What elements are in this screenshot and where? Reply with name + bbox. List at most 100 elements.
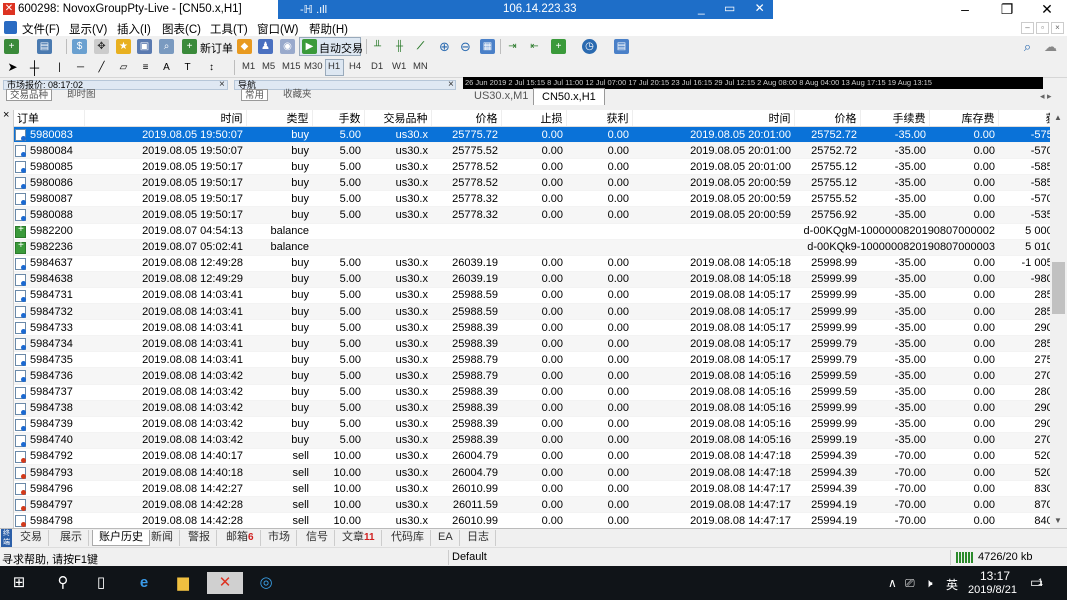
navigator-icon[interactable]: ★ — [116, 39, 131, 54]
table-row[interactable]: 5984797 2019.08.08 14:42:28 sell 10.00 us30.… — [14, 496, 1050, 514]
col-ticket[interactable]: 订单 — [14, 110, 85, 127]
col-symbol[interactable]: 交易品种 — [364, 110, 432, 127]
terminal-tab[interactable]: 日志 — [461, 530, 496, 546]
table-row[interactable]: 5984796 2019.08.08 14:42:27 sell 10.00 us30.… — [14, 480, 1050, 498]
table-scrollbar[interactable]: ▲ ▼ — [1050, 110, 1067, 528]
menu-insert[interactable]: 插入(I) — [117, 21, 151, 37]
new-order-button[interactable]: 新订单 — [200, 40, 233, 56]
terminal-tab[interactable]: 信号 — [300, 530, 335, 546]
new-order-icon[interactable]: + — [182, 39, 197, 54]
channel-icon[interactable]: ▱ — [116, 60, 131, 75]
terminal-tab[interactable]: 文章11 — [336, 530, 382, 546]
chart-shift-icon[interactable]: ⇤ — [527, 39, 542, 54]
table-row[interactable]: 5980087 2019.08.05 19:50:17 buy 5.00 us30.x 2… — [14, 190, 1050, 208]
terminal-tab[interactable]: 新闻 — [145, 530, 180, 546]
col-open-time[interactable]: 时间 — [84, 110, 247, 127]
timeframe-h4[interactable]: H4 — [349, 61, 361, 72]
col-take-profit[interactable]: 获利 — [566, 110, 633, 127]
chart-tab-cn50-h1[interactable]: CN50.x,H1 — [533, 88, 605, 105]
chart-tabs-scroll-icon[interactable]: ◂ ▸ — [1040, 91, 1052, 102]
timeframe-m1[interactable]: M1 — [242, 61, 255, 72]
table-row[interactable]: 5980084 2019.08.05 19:50:07 buy 5.00 us30.x 2… — [14, 142, 1050, 160]
menu-view[interactable]: 显示(V) — [69, 21, 107, 37]
crosshair-icon[interactable]: ┼ — [27, 60, 42, 75]
tab-symbols[interactable]: 交易品种 — [6, 89, 53, 101]
terminal-tab[interactable]: 邮箱6 — [220, 530, 261, 546]
trendline-icon[interactable]: ╱ — [94, 60, 109, 75]
table-row[interactable]: 5982236 2019.08.07 05:02:41balanced-00KQk… — [14, 239, 1050, 256]
market-watch-icon[interactable]: $ — [72, 39, 87, 54]
menu-window[interactable]: 窗口(W) — [257, 21, 299, 37]
navigator-close-icon[interactable]: × — [448, 79, 454, 90]
mdi-restore-button[interactable]: ▫ — [1036, 22, 1049, 34]
zoom-in-icon[interactable]: ⊕ — [437, 39, 452, 54]
table-row[interactable]: 5984733 2019.08.08 14:03:41 buy 5.00 us30.x 2… — [14, 319, 1050, 337]
table-row[interactable]: 5980083 2019.08.05 19:50:07 buy 5.00 us30.x 2… — [14, 126, 1050, 144]
tray-network-icon[interactable]: ⎚ — [905, 576, 915, 591]
timeframe-h1[interactable]: H1 — [328, 61, 340, 72]
terminal-tab[interactable]: 交易 — [14, 530, 49, 546]
minimize-button[interactable]: – — [945, 1, 985, 18]
tile-windows-icon[interactable]: ▦ — [480, 39, 495, 54]
timeframe-m30[interactable]: M30 — [304, 61, 322, 72]
arrows-icon[interactable]: ↕ — [204, 60, 219, 75]
cursor-icon[interactable]: ➤ — [5, 60, 20, 75]
table-row[interactable]: 5984735 2019.08.08 14:03:41 buy 5.00 us30.x 2… — [14, 351, 1050, 369]
tray-time[interactable]: 13:17 — [980, 569, 1010, 583]
col-commission[interactable]: 手续费 — [860, 110, 930, 127]
strategy-tester-icon[interactable]: ⌕ — [159, 39, 174, 54]
mdi-minimize-button[interactable]: – — [1021, 22, 1034, 34]
signals-icon[interactable]: ♟ — [258, 39, 273, 54]
terminal-tab[interactable]: 代码库 — [385, 530, 431, 546]
task-view-icon[interactable]: ▯ — [90, 572, 112, 594]
menu-charts[interactable]: 图表(C) — [162, 21, 201, 37]
table-row[interactable]: 5984737 2019.08.08 14:03:42 buy 5.00 us30.x 2… — [14, 384, 1050, 401]
tab-favorites[interactable]: 收藏夹 — [280, 89, 315, 101]
indicators-icon[interactable]: + — [551, 39, 566, 54]
table-row[interactable]: 5984734 2019.08.08 14:03:41 buy 5.00 us30.x 2… — [14, 335, 1050, 353]
profiles-icon[interactable]: ▤ — [37, 39, 52, 54]
search-taskbar-icon[interactable]: ⚲ — [52, 572, 74, 594]
search-icon[interactable]: ⌕ — [1020, 39, 1035, 54]
edge-browser-icon[interactable]: e — [133, 572, 155, 594]
scroll-up-icon[interactable]: ▲ — [1054, 113, 1062, 122]
table-row[interactable]: 5984792 2019.08.08 14:40:17 sell 10.00 us30.… — [14, 448, 1050, 465]
table-row[interactable]: 5984736 2019.08.08 14:03:42 buy 5.00 us30.x 2… — [14, 367, 1050, 385]
new-chart-icon[interactable]: + — [4, 39, 19, 54]
text-icon[interactable]: A — [159, 60, 174, 75]
scroll-down-icon[interactable]: ▼ — [1054, 516, 1062, 525]
col-close-price[interactable]: 价格 — [794, 110, 861, 127]
table-row[interactable]: 5980088 2019.08.05 19:50:17 buy 5.00 us30.x 2… — [14, 206, 1050, 224]
mdi-window-icon[interactable] — [4, 21, 17, 34]
table-row[interactable]: 5984637 2019.08.08 12:49:28 buy 5.00 us30.x 2… — [14, 255, 1050, 272]
table-row[interactable]: 5984740 2019.08.08 14:03:42 buy 5.00 us30.x 2… — [14, 432, 1050, 449]
tray-ime[interactable]: 英 — [946, 576, 958, 593]
table-row[interactable]: 5984738 2019.08.08 14:03:42 buy 5.00 us30.x 2… — [14, 400, 1050, 417]
table-row[interactable]: 5984739 2019.08.08 14:03:42 buy 5.00 us30.x 2… — [14, 416, 1050, 433]
vps-icon[interactable]: ◉ — [280, 39, 295, 54]
table-row[interactable]: 5982200 2019.08.07 04:54:13balanced-00KQg… — [14, 223, 1050, 240]
menu-help[interactable]: 帮助(H) — [309, 21, 348, 37]
table-row[interactable]: 5984798 2019.08.08 14:42:28 sell 10.00 us30.… — [14, 512, 1050, 528]
file-explorer-icon[interactable]: ▆ — [172, 572, 194, 594]
remote-window-controls[interactable]: _ ▭ ✕ — [698, 1, 773, 15]
table-row[interactable]: 5980086 2019.08.05 19:50:17 buy 5.00 us30.x 2… — [14, 174, 1050, 192]
data-window-icon[interactable]: ✥ — [94, 39, 109, 54]
mdi-close-button[interactable]: × — [1051, 22, 1064, 34]
terminal-tab[interactable]: 市场 — [262, 530, 297, 546]
text-label-icon[interactable]: T — [180, 60, 195, 75]
table-row[interactable]: 5984638 2019.08.08 12:49:29 buy 5.00 us30.x 2… — [14, 271, 1050, 288]
table-row[interactable]: 5984732 2019.08.08 14:03:41 buy 5.00 us30.x 2… — [14, 303, 1050, 321]
terminal-close-icon[interactable]: × — [3, 109, 9, 121]
periods-icon[interactable]: ◷ — [582, 39, 597, 54]
tray-chevron-icon[interactable]: ∧ — [888, 576, 897, 590]
scroll-thumb[interactable] — [1052, 262, 1065, 314]
menu-file[interactable]: 文件(F) — [22, 21, 60, 37]
timeframe-m15[interactable]: M15 — [282, 61, 300, 72]
col-type[interactable]: 类型 — [246, 110, 313, 127]
restore-button[interactable]: ❐ — [987, 1, 1027, 18]
chart-tab-us30-m1[interactable]: US30.x,M1 — [466, 88, 536, 105]
col-lots[interactable]: 手数 — [312, 110, 365, 127]
terminal-tab[interactable]: 账户历史 — [92, 530, 150, 546]
tray-date[interactable]: 2019/8/21 — [968, 584, 1017, 596]
